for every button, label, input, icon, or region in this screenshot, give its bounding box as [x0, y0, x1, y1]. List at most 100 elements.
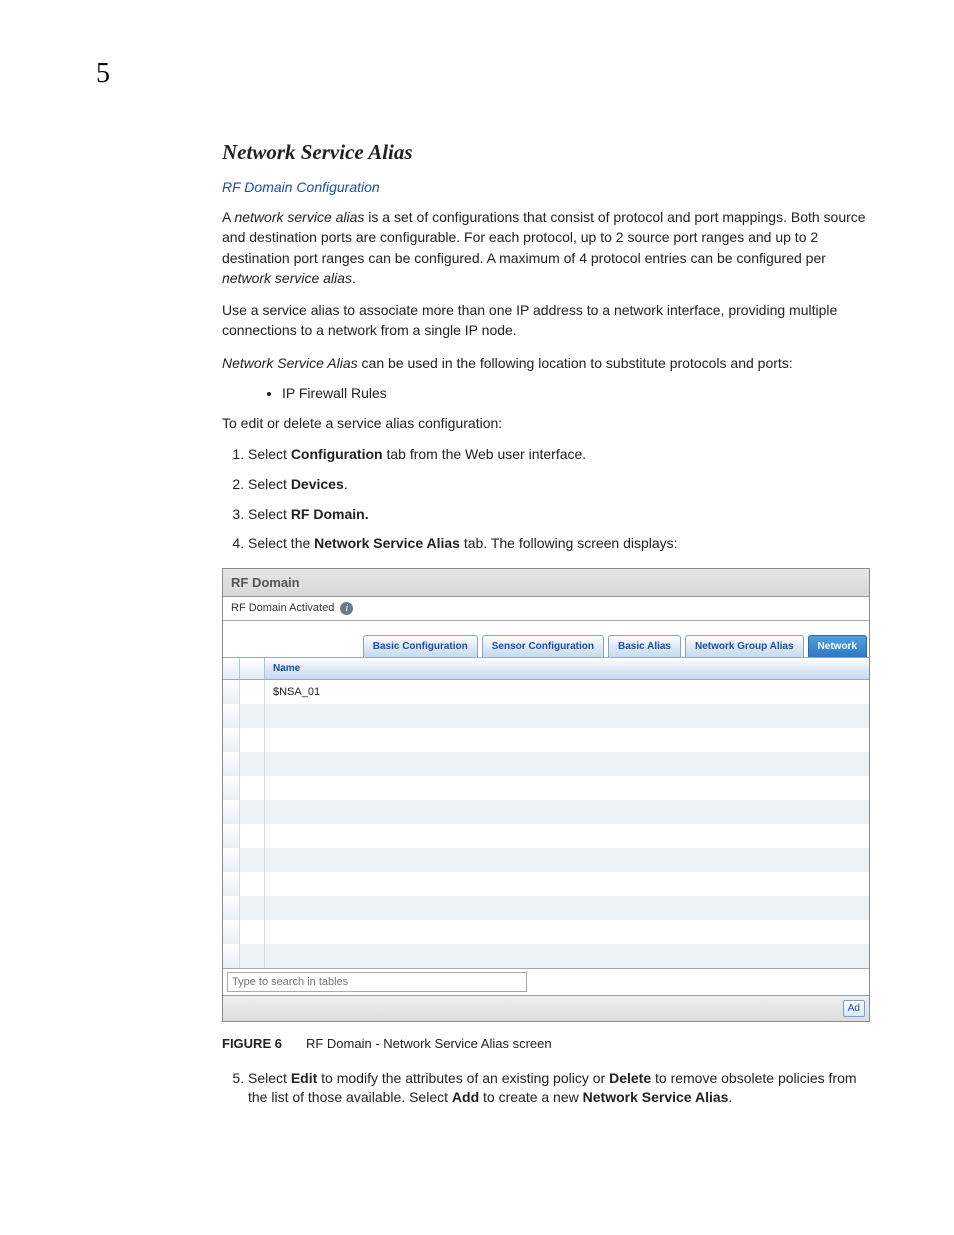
- column-header-name[interactable]: Name: [265, 658, 869, 679]
- keyword-rf-domain: RF Domain.: [291, 506, 369, 522]
- add-button[interactable]: Ad: [843, 1000, 865, 1017]
- row-selector[interactable]: [223, 896, 240, 920]
- steps-list-1: Select Configuration tab from the Web us…: [222, 445, 874, 553]
- text: Select: [248, 476, 291, 492]
- status-text: RF Domain Activated: [231, 602, 334, 614]
- term-network-service-alias: network service alias: [234, 209, 364, 225]
- text: Select: [248, 446, 291, 462]
- keyword-delete: Delete: [609, 1070, 651, 1086]
- panel-title: RF Domain: [223, 569, 869, 597]
- table-row[interactable]: [223, 848, 869, 872]
- step-3: Select RF Domain.: [248, 505, 874, 525]
- panel-toolbar: Ad: [223, 995, 869, 1021]
- row-expand[interactable]: [240, 752, 265, 776]
- tab-sensor-configuration[interactable]: Sensor Configuration: [482, 635, 604, 657]
- table-row[interactable]: [223, 872, 869, 896]
- steps-list-2: Select Edit to modify the attributes of …: [222, 1069, 874, 1108]
- paragraph-2: Use a service alias to associate more th…: [222, 300, 874, 341]
- row-selector[interactable]: [223, 680, 240, 704]
- row-selector[interactable]: [223, 728, 240, 752]
- paragraph-3: Network Service Alias can be used in the…: [222, 353, 874, 373]
- text: Select: [248, 1070, 291, 1086]
- tab-row: Basic Configuration Sensor Configuration…: [223, 621, 869, 657]
- tab-network[interactable]: Network: [808, 635, 867, 657]
- row-expand[interactable]: [240, 680, 265, 704]
- info-icon[interactable]: i: [340, 602, 353, 615]
- row-selector[interactable]: [223, 704, 240, 728]
- table-row[interactable]: [223, 896, 869, 920]
- text: to modify the attributes of an existing …: [317, 1070, 609, 1086]
- grid-body: $NSA_01: [223, 680, 869, 968]
- paragraph-4: To edit or delete a service alias config…: [222, 413, 874, 433]
- rf-domain-panel: RF Domain RF Domain Activated i Basic Co…: [222, 568, 870, 1022]
- row-selector[interactable]: [223, 944, 240, 968]
- section-heading: Network Service Alias: [222, 140, 874, 165]
- table-row[interactable]: [223, 800, 869, 824]
- row-expand[interactable]: [240, 944, 265, 968]
- bullet-list: IP Firewall Rules: [222, 385, 874, 401]
- figure-panel: RF Domain RF Domain Activated i Basic Co…: [222, 568, 874, 1022]
- tab-network-group-alias[interactable]: Network Group Alias: [685, 635, 804, 657]
- table-row[interactable]: [223, 704, 869, 728]
- term-network-service-alias: Network Service Alias: [222, 355, 358, 371]
- panel-status-bar: RF Domain Activated i: [223, 597, 869, 621]
- row-expand[interactable]: [240, 728, 265, 752]
- row-expand[interactable]: [240, 704, 265, 728]
- table-row[interactable]: $NSA_01: [223, 680, 869, 704]
- row-expand[interactable]: [240, 896, 265, 920]
- table-row[interactable]: [223, 752, 869, 776]
- text: to create a new: [479, 1089, 583, 1105]
- step-2: Select Devices.: [248, 475, 874, 495]
- step-1: Select Configuration tab from the Web us…: [248, 445, 874, 465]
- keyword-network-service-alias: Network Service Alias: [583, 1089, 729, 1105]
- text: Select: [248, 506, 291, 522]
- search-input[interactable]: [227, 972, 527, 992]
- main-content: Network Service Alias RF Domain Configur…: [222, 140, 874, 1108]
- row-expand[interactable]: [240, 800, 265, 824]
- figure-number: FIGURE 6: [222, 1036, 282, 1051]
- text: can be used in the following location to…: [358, 355, 793, 371]
- grid-header: Name: [223, 658, 869, 680]
- keyword-network-service-alias: Network Service Alias: [314, 535, 460, 551]
- table-row[interactable]: [223, 824, 869, 848]
- row-expand[interactable]: [240, 776, 265, 800]
- tab-basic-configuration[interactable]: Basic Configuration: [363, 635, 478, 657]
- row-selector[interactable]: [223, 752, 240, 776]
- row-selector[interactable]: [223, 776, 240, 800]
- text: tab from the Web user interface.: [383, 446, 587, 462]
- keyword-add: Add: [452, 1089, 479, 1105]
- text: tab. The following screen displays:: [460, 535, 678, 551]
- grid-footer: [223, 968, 869, 995]
- tab-basic-alias[interactable]: Basic Alias: [608, 635, 681, 657]
- row-expand-header[interactable]: [240, 658, 265, 679]
- keyword-configuration: Configuration: [291, 446, 383, 462]
- cell-name: $NSA_01: [265, 686, 869, 698]
- row-selector-header[interactable]: [223, 658, 240, 679]
- table-row[interactable]: [223, 728, 869, 752]
- figure-caption: FIGURE 6 RF Domain - Network Service Alia…: [222, 1036, 874, 1051]
- step-4: Select the Network Service Alias tab. Th…: [248, 534, 874, 554]
- figure-caption-text: RF Domain - Network Service Alias screen: [306, 1036, 552, 1051]
- keyword-devices: Devices: [291, 476, 344, 492]
- row-expand[interactable]: [240, 824, 265, 848]
- row-expand[interactable]: [240, 848, 265, 872]
- subhead-link[interactable]: RF Domain Configuration: [222, 179, 874, 195]
- row-selector[interactable]: [223, 872, 240, 896]
- row-selector[interactable]: [223, 824, 240, 848]
- paragraph-1: A network service alias is a set of conf…: [222, 207, 874, 288]
- row-selector[interactable]: [223, 920, 240, 944]
- row-expand[interactable]: [240, 872, 265, 896]
- table-row[interactable]: [223, 776, 869, 800]
- row-selector[interactable]: [223, 800, 240, 824]
- data-grid: Name $NSA_01: [223, 657, 869, 995]
- keyword-edit: Edit: [291, 1070, 317, 1086]
- row-selector[interactable]: [223, 848, 240, 872]
- row-expand[interactable]: [240, 920, 265, 944]
- text: A: [222, 209, 234, 225]
- text: .: [352, 270, 356, 286]
- text: Select the: [248, 535, 314, 551]
- table-row[interactable]: [223, 944, 869, 968]
- step-5: Select Edit to modify the attributes of …: [248, 1069, 874, 1108]
- table-row[interactable]: [223, 920, 869, 944]
- page-number: 5: [96, 58, 110, 90]
